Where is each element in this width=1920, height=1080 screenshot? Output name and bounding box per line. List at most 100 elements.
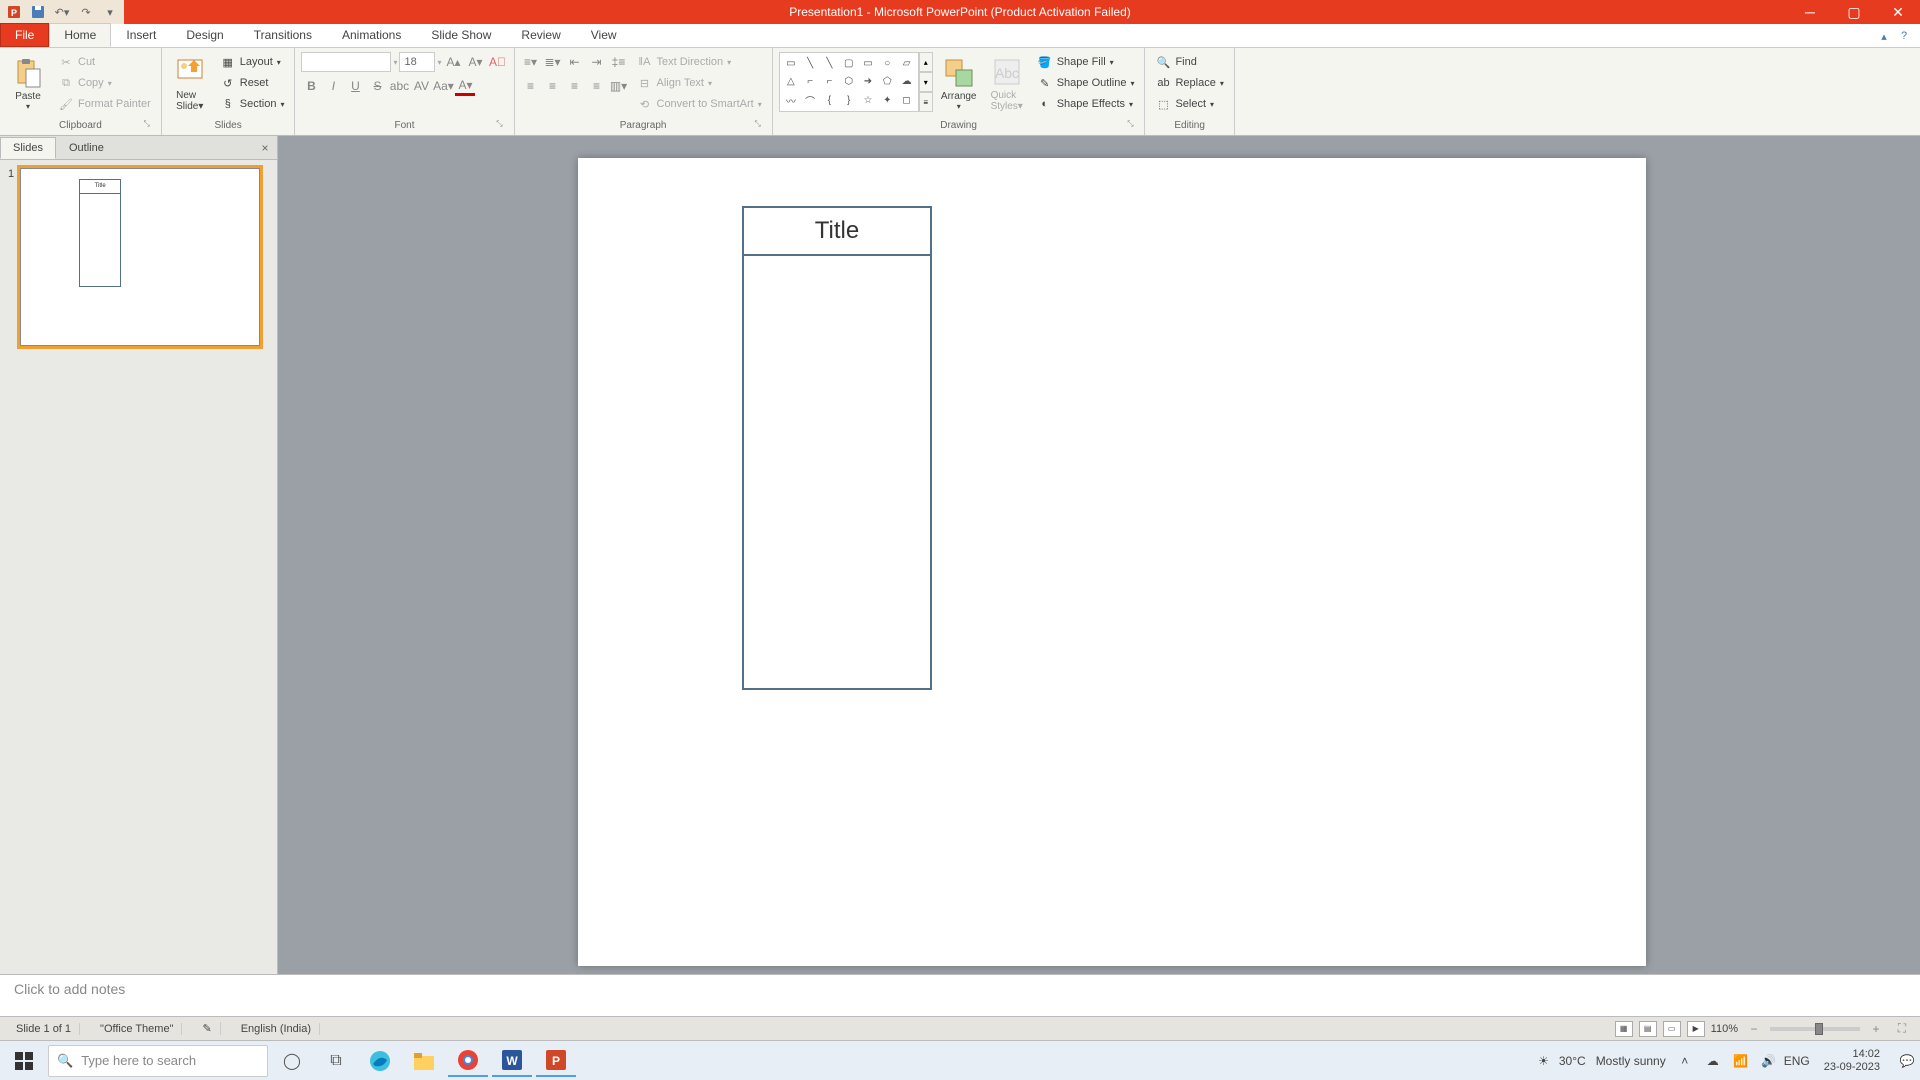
line-spacing-button[interactable]: ‡≡ <box>609 52 629 72</box>
app-icon[interactable]: P <box>4 2 24 22</box>
find-button[interactable]: 🔍Find <box>1151 52 1227 72</box>
replace-button[interactable]: abReplace▾ <box>1151 73 1227 93</box>
undo-icon[interactable]: ↶▾ <box>52 2 72 22</box>
weather-icon[interactable]: ☀ <box>1538 1054 1549 1068</box>
volume-icon[interactable]: 🔊 <box>1760 1052 1778 1070</box>
font-color-button[interactable]: A▾ <box>455 76 475 96</box>
cortana-button[interactable]: ◯ <box>272 1045 312 1077</box>
wifi-icon[interactable]: 📶 <box>1732 1052 1750 1070</box>
shape-outline-button[interactable]: ✎Shape Outline▾ <box>1033 73 1139 93</box>
italic-button[interactable]: I <box>323 76 343 96</box>
fit-window-button[interactable]: ⛶ <box>1892 1019 1912 1039</box>
clock[interactable]: 14:02 23-09-2023 <box>1816 1048 1888 1074</box>
tab-review[interactable]: Review <box>506 23 575 47</box>
clipboard-dialog-launcher[interactable]: ⤡ <box>141 119 153 131</box>
change-case-button[interactable]: Aa▾ <box>433 76 453 96</box>
font-dialog-launcher[interactable]: ⤡ <box>494 119 506 131</box>
zoom-in-button[interactable]: + <box>1866 1019 1886 1039</box>
powerpoint-button[interactable]: P <box>536 1045 576 1077</box>
text-direction-button[interactable]: ‖AText Direction▾ <box>633 52 766 72</box>
table-title-cell[interactable]: Title <box>744 208 930 256</box>
normal-view-button[interactable]: ▦ <box>1615 1021 1633 1037</box>
tab-transitions[interactable]: Transitions <box>239 23 327 47</box>
onedrive-icon[interactable]: ☁ <box>1704 1052 1722 1070</box>
word-button[interactable]: W <box>492 1045 532 1077</box>
tab-animations[interactable]: Animations <box>327 23 416 47</box>
section-button[interactable]: §Section▾ <box>216 94 289 114</box>
tab-insert[interactable]: Insert <box>111 23 171 47</box>
shape-fill-button[interactable]: 🪣Shape Fill▾ <box>1033 52 1139 72</box>
numbering-button[interactable]: ≣▾ <box>543 52 563 72</box>
cut-button[interactable]: ✂Cut <box>54 52 155 72</box>
tab-view[interactable]: View <box>576 23 632 47</box>
slide-editor[interactable]: Title <box>278 136 1920 974</box>
format-painter-button[interactable]: 🖌Format Painter <box>54 94 155 114</box>
select-button[interactable]: ⬚Select▾ <box>1151 94 1227 114</box>
bullets-button[interactable]: ≡▾ <box>521 52 541 72</box>
edge-button[interactable] <box>360 1045 400 1077</box>
paste-button[interactable]: Paste ▾ <box>6 52 50 116</box>
quick-styles-button[interactable]: Abc QuickStyles▾ <box>985 52 1029 116</box>
reset-button[interactable]: ↺Reset <box>216 73 289 93</box>
slideshow-view-button[interactable]: ▶ <box>1687 1021 1705 1037</box>
copy-button[interactable]: ⧉Copy▾ <box>54 73 155 93</box>
explorer-button[interactable] <box>404 1045 444 1077</box>
clear-format-button[interactable]: A⃠ <box>488 52 508 72</box>
shadow-button[interactable]: abc <box>389 76 409 96</box>
underline-button[interactable]: U <box>345 76 365 96</box>
redo-icon[interactable]: ↷ <box>76 2 96 22</box>
chrome-button[interactable] <box>448 1045 488 1077</box>
taskbar-search[interactable]: 🔍 Type here to search <box>48 1045 268 1077</box>
columns-button[interactable]: ▥▾ <box>609 76 629 96</box>
status-language[interactable]: English (India) <box>233 1023 320 1035</box>
start-button[interactable] <box>4 1045 44 1077</box>
font-size-combo[interactable] <box>399 52 435 72</box>
shrink-font-button[interactable]: A▾ <box>466 52 486 72</box>
notes-pane[interactable]: Click to add notes <box>0 974 1920 1016</box>
convert-smartart-button[interactable]: ⟲Convert to SmartArt▾ <box>633 94 766 114</box>
shapes-gallery[interactable]: ▭╲╲▢▭○▱ △⌐⌐⬡➜⬠☁ 〰⌒{}☆✦◻ <box>779 52 919 112</box>
help-icon[interactable]: ? <box>1896 28 1912 44</box>
strike-button[interactable]: S <box>367 76 387 96</box>
close-button[interactable]: ✕ <box>1876 0 1920 24</box>
tab-home[interactable]: Home <box>49 23 111 47</box>
font-family-combo[interactable] <box>301 52 391 72</box>
task-view-button[interactable]: ⧉ <box>316 1045 356 1077</box>
zoom-slider[interactable] <box>1770 1027 1860 1031</box>
zoom-out-button[interactable]: − <box>1744 1019 1764 1039</box>
align-text-button[interactable]: ⊟Align Text▾ <box>633 73 766 93</box>
spacing-button[interactable]: AV <box>411 76 431 96</box>
justify-button[interactable]: ≡ <box>587 76 607 96</box>
save-icon[interactable] <box>28 2 48 22</box>
paragraph-dialog-launcher[interactable]: ⤡ <box>752 119 764 131</box>
panel-tab-outline[interactable]: Outline <box>56 137 117 159</box>
tab-design[interactable]: Design <box>171 23 238 47</box>
align-center-button[interactable]: ≡ <box>543 76 563 96</box>
minimize-ribbon-icon[interactable]: ▴ <box>1876 28 1892 44</box>
panel-close-button[interactable]: × <box>257 140 273 156</box>
arrange-button[interactable]: Arrange▾ <box>937 52 981 116</box>
status-spellcheck[interactable]: ✎ <box>194 1022 220 1035</box>
reading-view-button[interactable]: ▭ <box>1663 1021 1681 1037</box>
align-right-button[interactable]: ≡ <box>565 76 585 96</box>
panel-tab-slides[interactable]: Slides <box>0 137 56 159</box>
thumbnail-1[interactable]: 1 Title <box>8 168 269 346</box>
slide-canvas[interactable]: Title <box>578 158 1646 966</box>
sorter-view-button[interactable]: ▤ <box>1639 1021 1657 1037</box>
align-left-button[interactable]: ≡ <box>521 76 541 96</box>
shapes-gallery-scroll[interactable]: ▴▾≡ <box>919 52 933 112</box>
tab-file[interactable]: File <box>0 23 49 47</box>
language-icon[interactable]: ENG <box>1788 1052 1806 1070</box>
drawing-dialog-launcher[interactable]: ⤡ <box>1124 119 1136 131</box>
minimize-button[interactable]: ─ <box>1788 0 1832 24</box>
table-shape[interactable]: Title <box>742 206 932 690</box>
shape-effects-button[interactable]: ◐Shape Effects▾ <box>1033 94 1139 114</box>
decrease-indent-button[interactable]: ⇤ <box>565 52 585 72</box>
qat-customize-icon[interactable]: ▾ <box>100 2 120 22</box>
tab-slideshow[interactable]: Slide Show <box>416 23 506 47</box>
layout-button[interactable]: ▦Layout▾ <box>216 52 289 72</box>
maximize-button[interactable]: ▢ <box>1832 0 1876 24</box>
new-slide-button[interactable]: NewSlide▾ <box>168 52 212 116</box>
increase-indent-button[interactable]: ⇥ <box>587 52 607 72</box>
notifications-icon[interactable]: 💬 <box>1898 1052 1916 1070</box>
